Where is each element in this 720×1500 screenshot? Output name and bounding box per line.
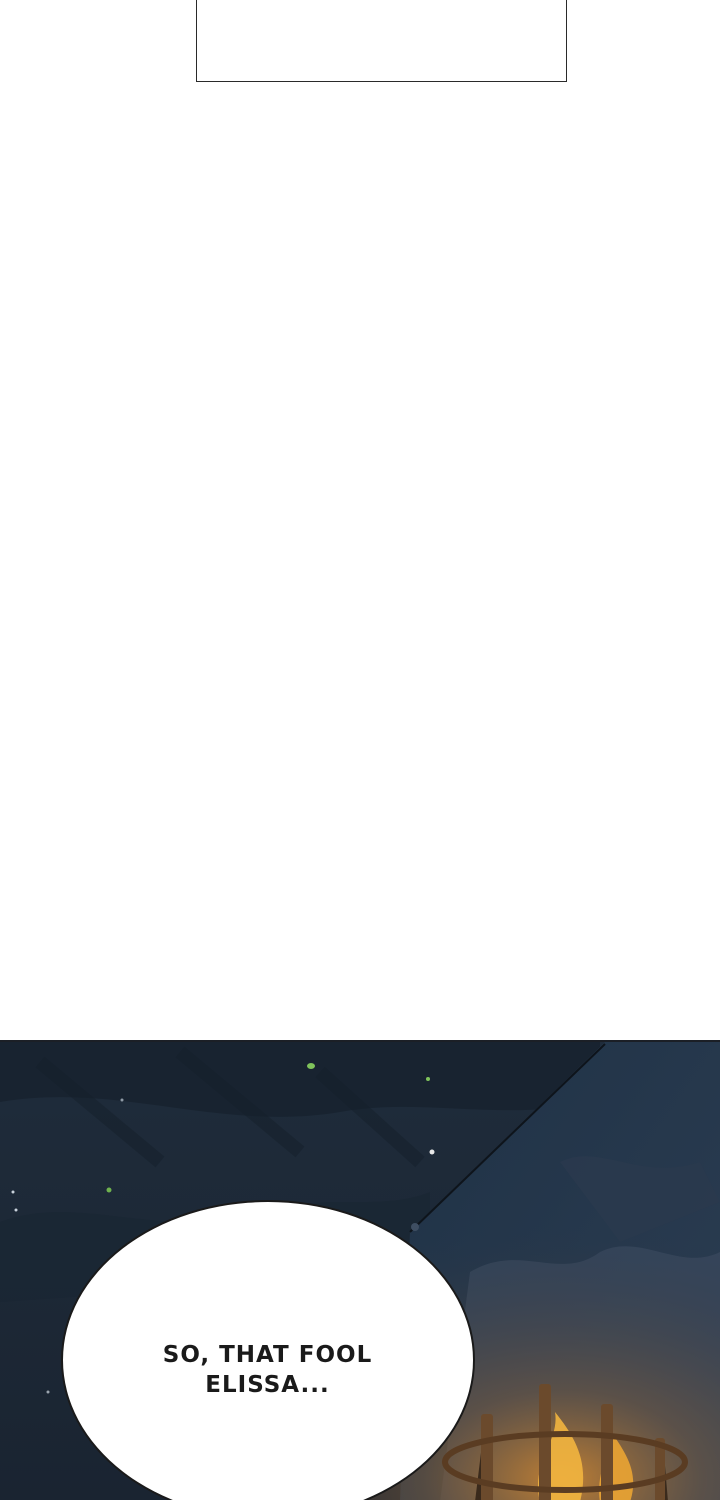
dialogue-line-2: ELISSA... [205,1372,330,1398]
comic-page: SO, THAT FOOL ELISSA... [0,0,720,1500]
speech-bubble-text: SO, THAT FOOL ELISSA... [0,1340,535,1400]
empty-panel-frame [196,0,567,82]
dialogue-line-1: SO, THAT FOOL [162,1342,373,1368]
